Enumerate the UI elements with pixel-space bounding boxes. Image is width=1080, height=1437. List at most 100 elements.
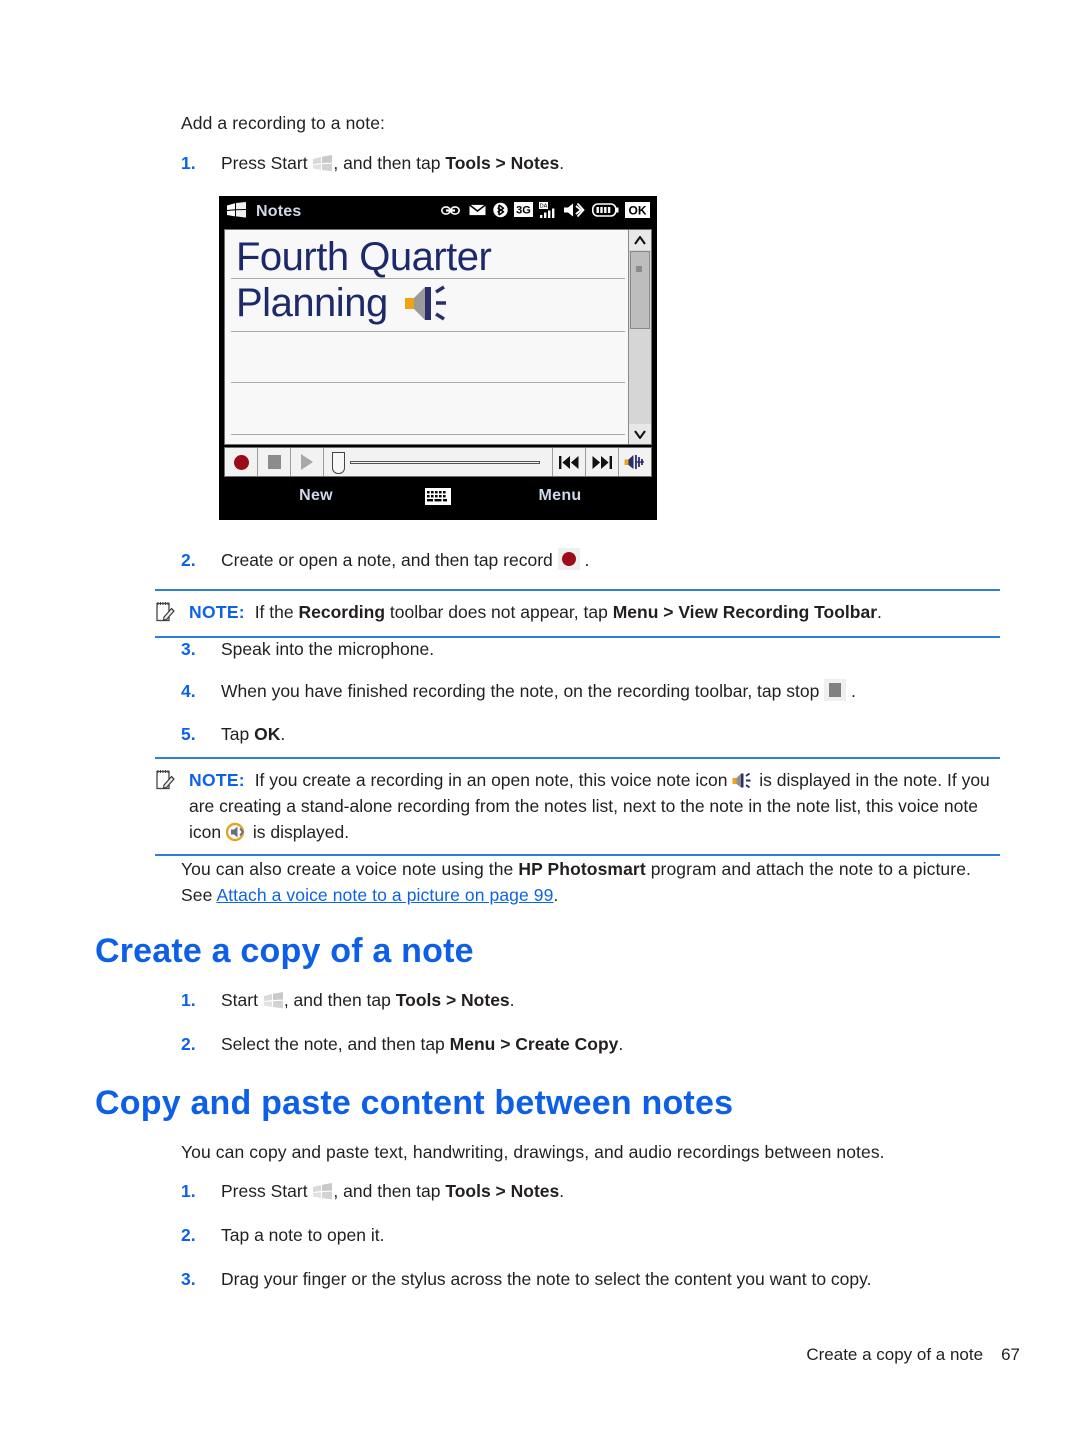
step-text: Create or open a note, and then tap reco… bbox=[221, 548, 590, 570]
lead-in-text: Add a recording to a note: bbox=[181, 113, 385, 133]
record-button[interactable] bbox=[225, 448, 258, 476]
slider-track bbox=[350, 461, 540, 464]
step-text: Press Start , and then tap Tools > Notes… bbox=[221, 153, 565, 173]
step-number: 2. bbox=[181, 1034, 196, 1054]
vertical-scrollbar[interactable] bbox=[628, 230, 651, 444]
step-number: 1. bbox=[181, 990, 196, 1010]
step-text: Drag your finger or the stylus across th… bbox=[221, 1269, 872, 1289]
cross-reference-link[interactable]: Attach a voice note to a picture on page… bbox=[216, 885, 553, 905]
volume-button[interactable] bbox=[619, 448, 651, 476]
step-text: Speak into the microphone. bbox=[221, 639, 435, 659]
step-create-copy-1: 1. Start , and then tap Tools > Notes. bbox=[181, 987, 901, 1013]
step-number: 3. bbox=[181, 639, 196, 659]
step-text: Tap a note to open it. bbox=[221, 1225, 385, 1245]
paper-rule bbox=[231, 382, 625, 383]
stop-button-icon bbox=[824, 679, 847, 701]
softkey-new[interactable]: New bbox=[224, 487, 408, 505]
device-screenshot: Notes 3G DA OK Fourth Quarter Planning N… bbox=[219, 196, 657, 520]
note-pencil-icon bbox=[155, 767, 189, 795]
step-number: 3. bbox=[181, 1269, 196, 1289]
step-recording-5: 5. Tap OK. bbox=[181, 721, 901, 747]
svg-text:3G: 3G bbox=[516, 205, 531, 217]
windows-start-icon bbox=[312, 1181, 333, 1200]
page-number: 67 bbox=[1001, 1345, 1020, 1364]
note-callout-recording-toolbar: NOTE: If the Recording toolbar does not … bbox=[155, 589, 1000, 638]
forward-button[interactable] bbox=[586, 448, 619, 476]
step-text: Select the note, and then tap Menu > Cre… bbox=[221, 1034, 624, 1054]
step-text: Press Start , and then tap Tools > Notes… bbox=[221, 1181, 565, 1201]
step-text: Start , and then tap Tools > Notes. bbox=[221, 990, 515, 1010]
step-text: When you have finished recording the not… bbox=[221, 679, 856, 701]
step-create-copy-2: 2. Select the note, and then tap Menu > … bbox=[181, 1031, 901, 1057]
play-button[interactable] bbox=[291, 448, 324, 476]
step-copy-paste-2: 2. Tap a note to open it. bbox=[181, 1222, 901, 1248]
step-recording-4: 4. When you have finished recording the … bbox=[181, 678, 941, 704]
step-number: 1. bbox=[181, 153, 196, 173]
voicemail-icon[interactable] bbox=[440, 202, 462, 222]
note-text: NOTE: If the Recording toolbar does not … bbox=[189, 602, 882, 622]
paper-rule bbox=[231, 331, 625, 332]
step-recording-2: 2. Create or open a note, and then tap r… bbox=[181, 547, 901, 573]
scroll-up-icon[interactable] bbox=[629, 230, 651, 250]
ok-button[interactable]: OK bbox=[625, 201, 650, 223]
voice-note-speaker-icon bbox=[732, 771, 754, 790]
playback-slider[interactable] bbox=[324, 448, 553, 476]
svg-text:DA: DA bbox=[540, 203, 548, 209]
bluetooth-icon[interactable] bbox=[493, 202, 508, 223]
heading-copy-and-paste-content-between-notes: Copy and paste content between notes bbox=[95, 1084, 734, 1122]
envelope-icon[interactable] bbox=[468, 203, 487, 222]
svg-text:OK: OK bbox=[629, 203, 647, 217]
battery-icon[interactable] bbox=[592, 202, 619, 222]
record-button-icon bbox=[557, 548, 580, 570]
windows-start-icon bbox=[312, 153, 333, 172]
note-line-1: Fourth Quarter bbox=[236, 235, 492, 279]
step-number: 1. bbox=[181, 1181, 196, 1201]
forward-icon bbox=[592, 455, 612, 469]
page-footer: Create a copy of a note 67 bbox=[806, 1345, 1020, 1365]
keyboard-icon[interactable] bbox=[408, 487, 468, 505]
3g-icon[interactable]: 3G bbox=[514, 202, 533, 222]
softkey-menu[interactable]: Menu bbox=[468, 487, 652, 505]
soft-key-bar[interactable]: New Menu bbox=[224, 479, 652, 513]
signal-bars-icon[interactable]: DA bbox=[539, 201, 556, 223]
voice-note-circle-icon bbox=[225, 822, 248, 842]
note-callout-voice-note-icons: NOTE: If you create a recording in an op… bbox=[155, 757, 1000, 856]
lined-paper: Fourth Quarter Planning bbox=[225, 230, 629, 444]
recording-toolbar[interactable] bbox=[224, 447, 652, 477]
volume-icon[interactable] bbox=[562, 202, 586, 223]
step-copy-paste-3: 3. Drag your finger or the stylus across… bbox=[181, 1266, 1001, 1292]
record-icon bbox=[233, 454, 249, 470]
slider-thumb[interactable] bbox=[332, 452, 345, 474]
step-recording-3: 3. Speak into the microphone. bbox=[181, 636, 901, 662]
device-title: Notes bbox=[256, 203, 302, 220]
rewind-icon bbox=[559, 455, 579, 469]
step-text: Tap OK. bbox=[221, 724, 286, 744]
scroll-down-icon[interactable] bbox=[629, 424, 651, 444]
heading-create-a-copy-of-a-note: Create a copy of a note bbox=[95, 932, 474, 970]
stop-button[interactable] bbox=[258, 448, 291, 476]
footer-section-title: Create a copy of a note bbox=[806, 1345, 984, 1364]
windows-start-icon bbox=[263, 990, 284, 1009]
volume-settings-icon bbox=[624, 455, 644, 469]
document-page: Add a recording to a note: 1. Press Star… bbox=[0, 0, 1080, 1437]
copy-paste-intro: You can copy and paste text, handwriting… bbox=[181, 1142, 885, 1162]
device-title-bar: Notes 3G DA OK bbox=[220, 197, 656, 227]
step-number: 2. bbox=[181, 550, 196, 570]
play-icon bbox=[301, 454, 313, 470]
note-text: NOTE: If you create a recording in an op… bbox=[189, 770, 990, 842]
rewind-button[interactable] bbox=[553, 448, 586, 476]
scrollbar-grip bbox=[636, 266, 642, 272]
step-number: 2. bbox=[181, 1225, 196, 1245]
note-canvas[interactable]: Fourth Quarter Planning bbox=[224, 229, 652, 445]
note-pencil-icon bbox=[155, 599, 189, 627]
photosmart-paragraph: You can also create a voice note using t… bbox=[181, 859, 971, 905]
note-line-2: Planning bbox=[236, 281, 388, 325]
paper-rule bbox=[231, 434, 625, 435]
scrollbar-thumb[interactable] bbox=[630, 251, 650, 329]
windows-flag-icon bbox=[227, 201, 247, 223]
step-copy-paste-1: 1. Press Start , and then tap Tools > No… bbox=[181, 1178, 901, 1204]
stop-icon bbox=[267, 455, 281, 469]
status-tray: 3G DA OK bbox=[440, 201, 650, 223]
voice-note-speaker-icon[interactable] bbox=[403, 284, 455, 329]
step-number: 4. bbox=[181, 681, 196, 701]
